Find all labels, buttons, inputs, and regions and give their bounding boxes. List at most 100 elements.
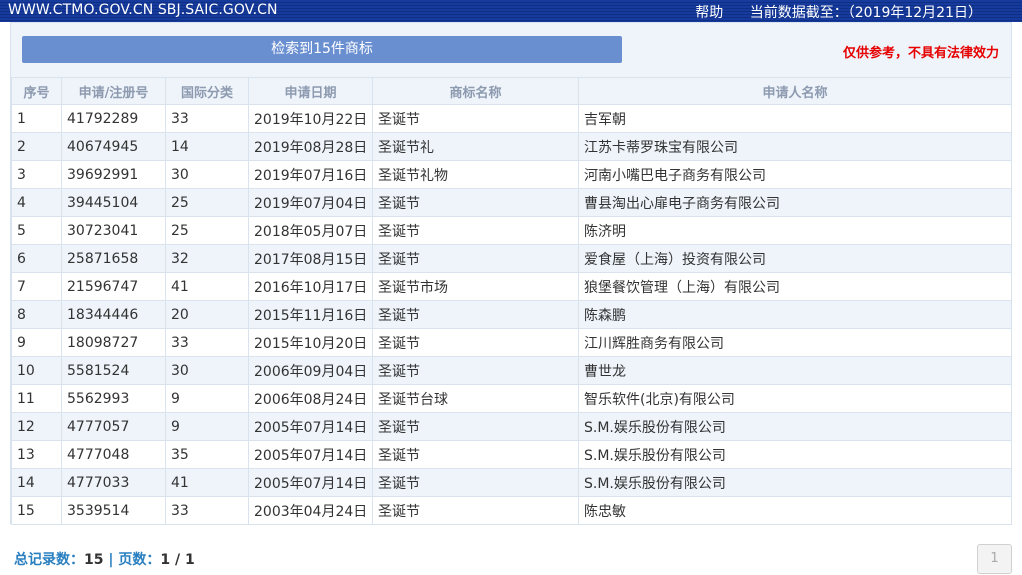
class-cell: 14 <box>165 132 249 161</box>
date-cell: 2015年10月20日 <box>248 328 373 357</box>
applicant-cell: 狼堡餐饮管理（上海）有限公司 <box>578 272 1012 301</box>
help-link[interactable]: 帮助 <box>695 5 723 21</box>
trademark-name-link[interactable]: 圣诞节 <box>372 412 579 441</box>
date-cell: 2019年08月28日 <box>248 132 373 161</box>
trademark-name-link[interactable]: 圣诞节 <box>372 104 579 133</box>
row-number: 3 <box>11 160 62 189</box>
pages-count: 1 / 1 <box>160 552 195 568</box>
date-cell: 2005年07月14日 <box>248 412 373 441</box>
row-number: 11 <box>11 384 62 413</box>
applicant-cell: 智乐软件(北京)有限公司 <box>578 384 1012 413</box>
row-number: 15 <box>11 496 62 525</box>
date-cell: 2005年07月14日 <box>248 440 373 469</box>
table-row: 2 40674945 14 2019年08月28日 圣诞节礼 江苏卡蒂罗珠宝有限公司 <box>11 132 1012 161</box>
registration-number-link[interactable]: 21596747 <box>61 272 166 301</box>
registration-number-link[interactable]: 39692991 <box>61 160 166 189</box>
registration-number-link[interactable]: 4777057 <box>61 412 166 441</box>
class-cell: 41 <box>165 272 249 301</box>
trademark-name-link[interactable]: 圣诞节市场 <box>372 272 579 301</box>
date-cell: 2019年07月04日 <box>248 188 373 217</box>
date-cell: 2016年10月17日 <box>248 272 373 301</box>
table-row: 7 21596747 41 2016年10月17日 圣诞节市场 狼堡餐饮管理（上海）有限公… <box>11 272 1012 301</box>
registration-number-link[interactable]: 4777033 <box>61 468 166 497</box>
date-cell: 2006年08月24日 <box>248 384 373 413</box>
table-row: 15 3539514 33 2003年04月24日 圣诞节 陈忠敏 <box>11 496 1012 525</box>
applicant-cell: S.M.娱乐股份有限公司 <box>578 468 1012 497</box>
col-header-reg-no: 申请/注册号 <box>61 77 166 105</box>
registration-number-link[interactable]: 3539514 <box>61 496 166 525</box>
registration-number-link[interactable]: 41792289 <box>61 104 166 133</box>
applicant-cell: 陈忠敏 <box>578 496 1012 525</box>
table-row: 5 30723041 25 2018年05月07日 圣诞节 陈济明 <box>11 216 1012 245</box>
col-header-mark-name: 商标名称 <box>372 77 579 105</box>
registration-number-link[interactable]: 5562993 <box>61 384 166 413</box>
table-row: 11 5562993 9 2006年08月24日 圣诞节台球 智乐软件(北京)有限公司 <box>11 384 1012 413</box>
table-row: 3 39692991 30 2019年07月16日 圣诞节礼物 河南小嘴巴电子商务有限公司 <box>11 160 1012 189</box>
disclaimer: 仅供参考，不具有法律效力 <box>842 46 999 61</box>
record-summary: 总记录数：15 | 页数：1 / 1 <box>14 549 195 569</box>
class-cell: 32 <box>165 244 249 273</box>
trademark-name-link[interactable]: 圣诞节 <box>372 468 579 497</box>
class-cell: 9 <box>165 384 249 413</box>
table-row: 10 5581524 30 2006年09月04日 圣诞节 曹世龙 <box>11 356 1012 385</box>
trademark-name-link[interactable]: 圣诞节 <box>372 356 579 385</box>
trademark-name-link[interactable]: 圣诞节 <box>372 216 579 245</box>
search-result-button[interactable]: 检索到15件商标 <box>22 36 622 63</box>
date-cell: 2006年09月04日 <box>248 356 373 385</box>
data-date: 当前数据截至：（2019年12月21日） <box>749 5 982 21</box>
col-header-date: 申请日期 <box>248 77 373 105</box>
trademark-name-link[interactable]: 圣诞节 <box>372 300 579 329</box>
trademark-name-link[interactable]: 圣诞节 <box>372 244 579 273</box>
col-header-class: 国际分类 <box>165 77 249 105</box>
total-label: 总记录数： <box>14 552 84 568</box>
class-cell: 30 <box>165 160 249 189</box>
trademark-name-link[interactable]: 圣诞节 <box>372 328 579 357</box>
date-cell: 2003年04月24日 <box>248 496 373 525</box>
top-bar: WWW.CTMO.GOV.CN SBJ.SAIC.GOV.CN 帮助 当前数据截… <box>0 0 1022 22</box>
table-row: 1 41792289 33 2019年10月22日 圣诞节 吉军朝 <box>11 104 1012 133</box>
row-number: 7 <box>11 272 62 301</box>
row-number: 12 <box>11 412 62 441</box>
date-cell: 2005年07月14日 <box>248 468 373 497</box>
trademark-name-link[interactable]: 圣诞节 <box>372 188 579 217</box>
applicant-cell: S.M.娱乐股份有限公司 <box>578 412 1012 441</box>
date-cell: 2018年05月07日 <box>248 216 373 245</box>
date-cell: 2015年11月16日 <box>248 300 373 329</box>
trademark-name-link[interactable]: 圣诞节礼物 <box>372 160 579 189</box>
trademark-name-link[interactable]: 圣诞节 <box>372 440 579 469</box>
applicant-cell: 吉军朝 <box>578 104 1012 133</box>
registration-number-link[interactable]: 39445104 <box>61 188 166 217</box>
registration-number-link[interactable]: 40674945 <box>61 132 166 161</box>
row-number: 14 <box>11 468 62 497</box>
registration-number-link[interactable]: 18344446 <box>61 300 166 329</box>
registration-number-link[interactable]: 18098727 <box>61 328 166 357</box>
applicant-cell: 江川辉胜商务有限公司 <box>578 328 1012 357</box>
registration-number-link[interactable]: 5581524 <box>61 356 166 385</box>
registration-number-link[interactable]: 30723041 <box>61 216 166 245</box>
row-number: 5 <box>11 216 62 245</box>
registration-number-link[interactable]: 25871658 <box>61 244 166 273</box>
class-cell: 33 <box>165 328 249 357</box>
registration-number-link[interactable]: 4777048 <box>61 440 166 469</box>
row-number: 8 <box>11 300 62 329</box>
class-cell: 20 <box>165 300 249 329</box>
col-header-applicant: 申请人名称 <box>578 77 1012 105</box>
pages-label: 页数： <box>118 552 161 568</box>
trademark-name-link[interactable]: 圣诞节礼 <box>372 132 579 161</box>
row-number: 1 <box>11 104 62 133</box>
applicant-cell: 江苏卡蒂罗珠宝有限公司 <box>578 132 1012 161</box>
table-row: 12 4777057 9 2005年07月14日 圣诞节 S.M.娱乐股份有限公司 <box>11 412 1012 441</box>
applicant-cell: 曹世龙 <box>578 356 1012 385</box>
page-button[interactable]: 1 <box>977 544 1012 574</box>
top-bar-right: 帮助 当前数据截至：（2019年12月21日） <box>695 2 982 22</box>
applicant-cell: 河南小嘴巴电子商务有限公司 <box>578 160 1012 189</box>
table-row: 8 18344446 20 2015年11月16日 圣诞节 陈森鹏 <box>11 300 1012 329</box>
class-cell: 41 <box>165 468 249 497</box>
table-header-row: 序号 申请/注册号 国际分类 申请日期 商标名称 申请人名称 <box>11 77 1012 105</box>
trademark-name-link[interactable]: 圣诞节台球 <box>372 384 579 413</box>
trademark-name-link[interactable]: 圣诞节 <box>372 496 579 525</box>
class-cell: 33 <box>165 496 249 525</box>
class-cell: 25 <box>165 188 249 217</box>
table-row: 13 4777048 35 2005年07月14日 圣诞节 S.M.娱乐股份有限公司 <box>11 440 1012 469</box>
site-domains: WWW.CTMO.GOV.CN SBJ.SAIC.GOV.CN <box>8 2 278 18</box>
